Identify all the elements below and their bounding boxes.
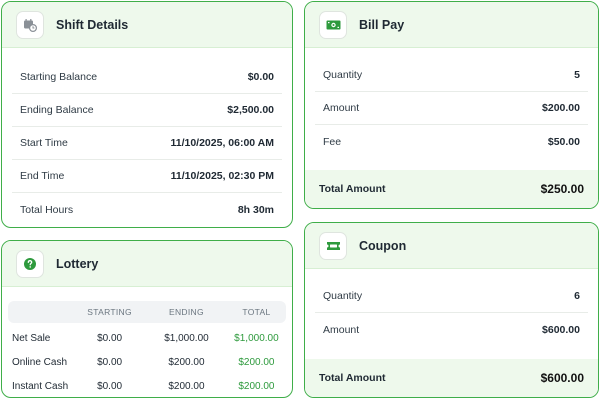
shift-row-start-time: Start Time 11/10/2025, 06:00 AM (12, 127, 282, 160)
coupon-card: Coupon Quantity 6 Amount $600.00 Total A… (304, 222, 599, 398)
coupon-row-amount: Amount $600.00 (315, 313, 588, 346)
shift-details-card: Shift Details Starting Balance $0.00 End… (1, 1, 293, 228)
lottery-row-label: Online Cash (12, 356, 68, 368)
coupon-total-label: Total Amount (319, 372, 386, 384)
lottery-cell-starting: $0.00 (97, 332, 123, 344)
coupon-value: $600.00 (542, 323, 580, 336)
coupon-total-bar: Total Amount $600.00 (305, 359, 598, 397)
shift-label: Total Hours (20, 203, 74, 216)
lottery-cell-total: $200.00 (238, 356, 275, 368)
lottery-table-header: STARTING ENDING TOTAL (8, 301, 286, 323)
lottery-cell-starting: $0.00 (97, 380, 123, 392)
shift-row-end-time: End Time 11/10/2025, 02:30 PM (12, 160, 282, 193)
shift-row-starting-balance: Starting Balance $0.00 (12, 61, 282, 94)
lottery-card: Lottery STARTING ENDING TOTAL Net Sale $… (1, 240, 293, 398)
bill-pay-label: Amount (323, 102, 360, 114)
banknote-icon (326, 20, 340, 29)
coupon-label: Amount (323, 323, 360, 336)
lottery-cell-ending: $1,000.00 (164, 332, 209, 344)
bill-pay-value: $50.00 (547, 135, 580, 148)
shift-value: $0.00 (247, 71, 274, 83)
coupon-title: Coupon (359, 238, 407, 253)
table-row: Online Cash $0.00 $200.00 $200.00 (8, 350, 286, 374)
shift-label: Starting Balance (20, 71, 98, 83)
shift-icon-box (16, 10, 44, 39)
bill-pay-total-value: $250.00 (540, 182, 584, 196)
question-circle-icon (24, 257, 36, 270)
bill-pay-icon-box (319, 10, 347, 39)
lottery-table: STARTING ENDING TOTAL Net Sale $0.00 $1,… (8, 301, 286, 397)
bill-pay-label: Fee (323, 135, 342, 148)
coupon-row-quantity: Quantity 6 (315, 280, 588, 313)
bill-pay-row-fee: Fee $50.00 (315, 125, 588, 158)
lottery-col-starting: STARTING (87, 307, 132, 317)
lottery-cell-total: $1,000.00 (234, 332, 279, 344)
bill-pay-row-amount: Amount $200.00 (315, 92, 588, 125)
shift-row-total-hours: Total Hours 8h 30m (12, 193, 282, 226)
lottery-cell-total: $200.00 (238, 380, 275, 392)
bill-pay-total-label: Total Amount (319, 183, 386, 195)
shift-value: 11/10/2025, 02:30 PM (170, 170, 274, 182)
coupon-total-value: $600.00 (540, 371, 584, 385)
lottery-cell-ending: $200.00 (168, 356, 205, 368)
bill-pay-value: 5 (574, 69, 580, 81)
lottery-icon-box (16, 249, 44, 278)
bill-pay-card: Bill Pay Quantity 5 Amount $200.00 Fee $… (304, 1, 599, 209)
shift-label: Ending Balance (20, 104, 94, 116)
shift-label: Start Time (20, 137, 68, 149)
shift-value: 11/10/2025, 06:00 AM (170, 137, 274, 149)
lottery-col-ending: ENDING (169, 307, 204, 317)
coupon-icon-box (319, 231, 347, 260)
ticket-icon (326, 241, 340, 250)
bill-pay-total-bar: Total Amount $250.00 (305, 170, 598, 208)
shift-details-header: Shift Details (2, 2, 292, 48)
lottery-col-total: TOTAL (242, 307, 271, 317)
shift-value: $2,500.00 (227, 104, 274, 116)
bill-pay-label: Quantity (323, 69, 363, 81)
coupon-header: Coupon (305, 223, 598, 269)
coupon-label: Quantity (323, 290, 363, 302)
shift-value: 8h 30m (237, 203, 274, 216)
bill-pay-row-quantity: Quantity 5 (315, 59, 588, 92)
lottery-header: Lottery (2, 241, 292, 287)
calendar-clock-icon (24, 18, 37, 32)
shift-row-ending-balance: Ending Balance $2,500.00 (12, 94, 282, 127)
lottery-cell-ending: $200.00 (168, 380, 205, 392)
bill-pay-header: Bill Pay (305, 2, 598, 48)
bill-pay-title: Bill Pay (359, 17, 405, 32)
lottery-row-label: Instant Cash (12, 380, 69, 392)
table-row: Instant Cash $0.00 $200.00 $200.00 (8, 374, 286, 397)
lottery-title: Lottery (56, 256, 99, 271)
shift-label: End Time (20, 170, 65, 182)
bill-pay-value: $200.00 (542, 102, 580, 114)
coupon-value: 6 (574, 290, 580, 302)
lottery-row-label: Net Sale (12, 332, 51, 344)
lottery-cell-starting: $0.00 (97, 356, 123, 368)
shift-details-title: Shift Details (56, 17, 129, 32)
table-row: Net Sale $0.00 $1,000.00 $1,000.00 (8, 326, 286, 350)
